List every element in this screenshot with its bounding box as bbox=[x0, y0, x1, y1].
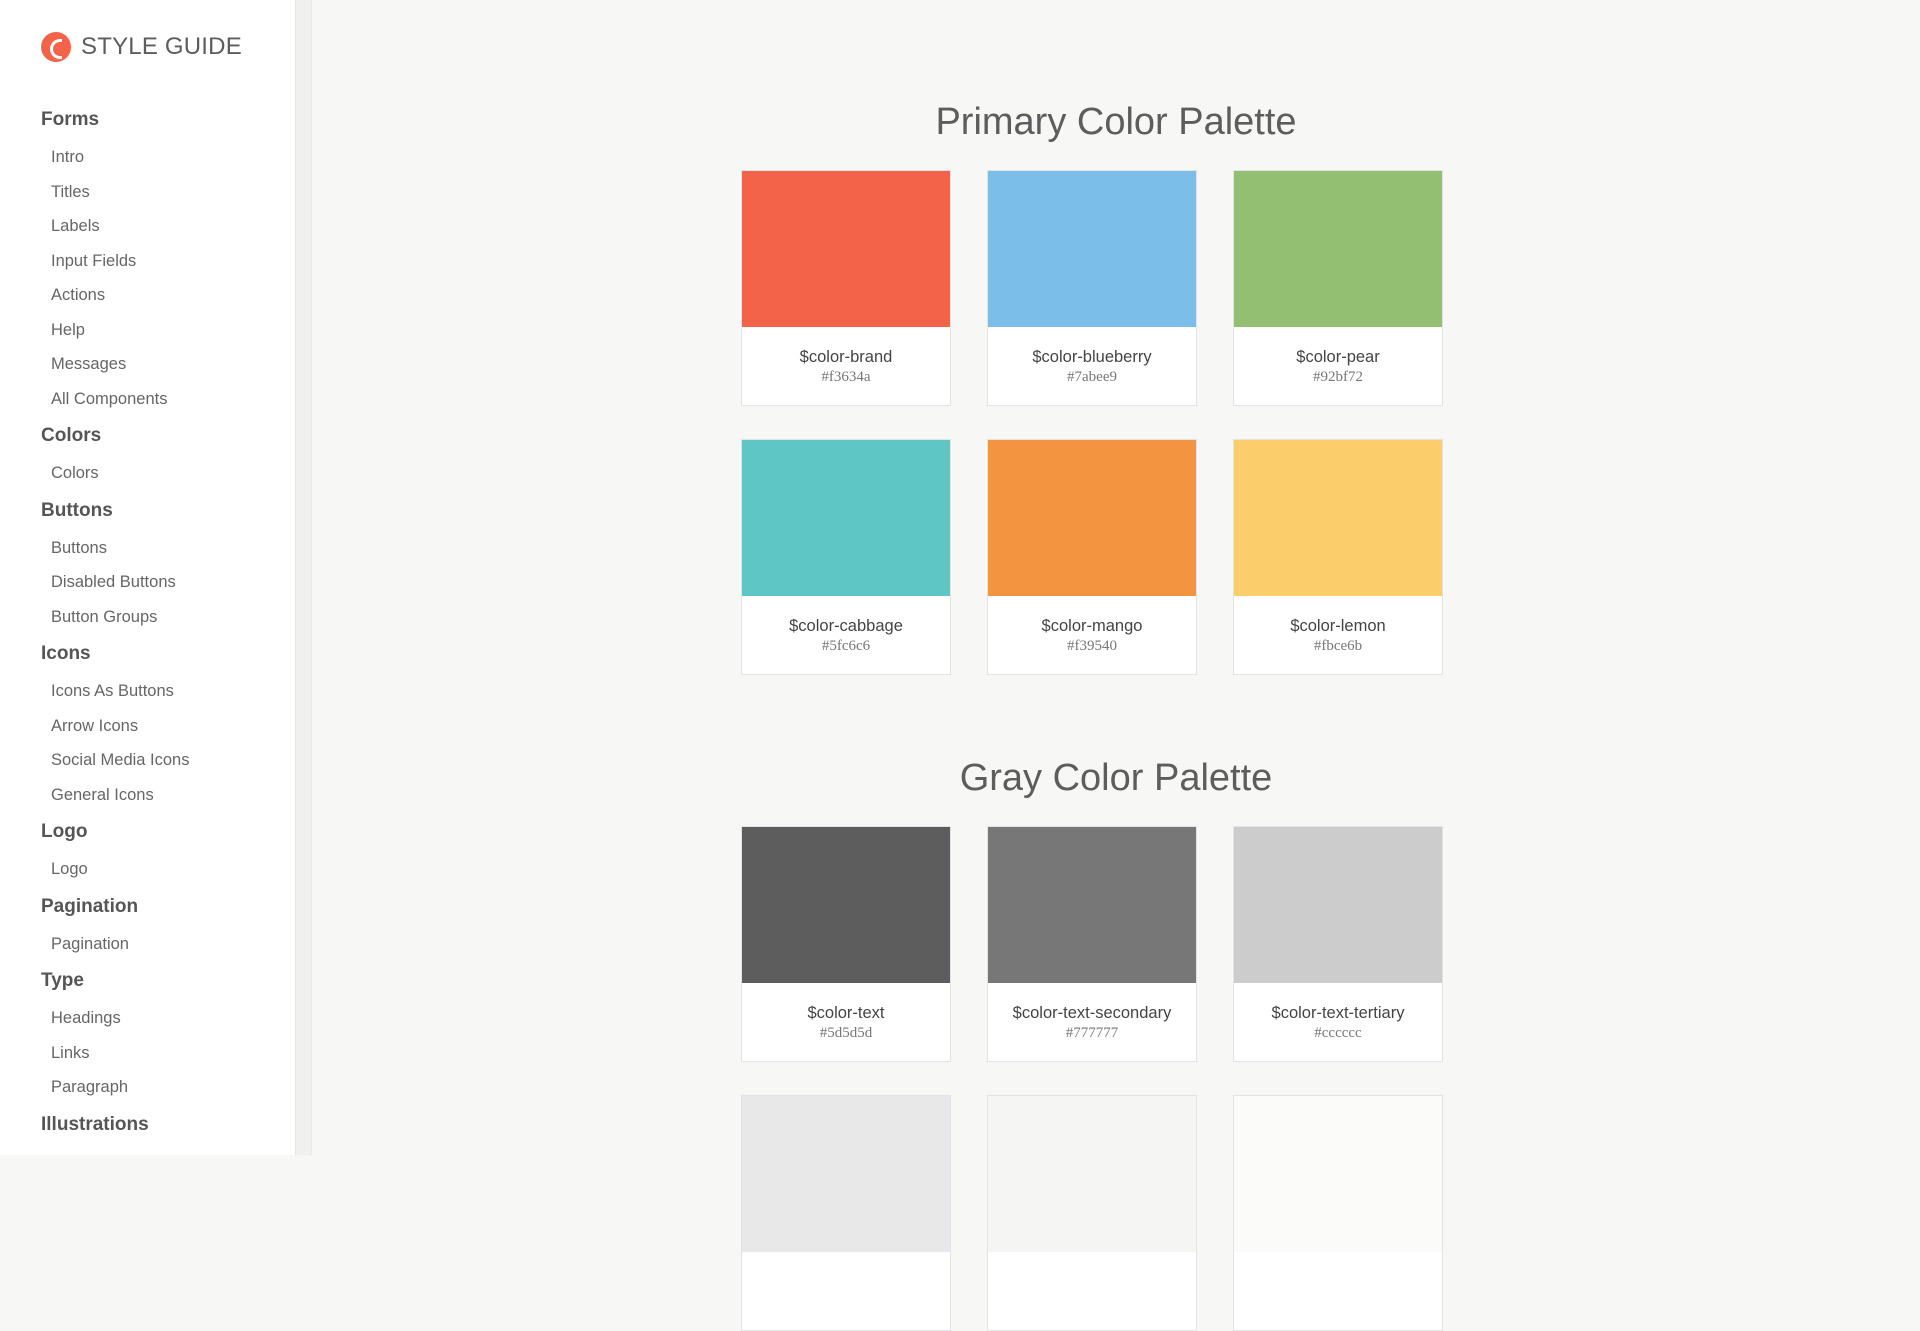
color-variable-name: $color-pear bbox=[1296, 348, 1380, 366]
color-swatch-card: $color-blueberry #7abee9 bbox=[987, 170, 1197, 406]
brand-logo-icon bbox=[41, 32, 71, 62]
color-variable-name: $color-brand bbox=[799, 348, 893, 366]
sidebar-item[interactable]: Labels bbox=[0, 209, 295, 244]
sidebar-item[interactable]: Icons As Buttons bbox=[0, 674, 295, 709]
color-swatch-sample bbox=[988, 827, 1196, 983]
sidebar-item[interactable]: Messages bbox=[0, 347, 295, 382]
sidebar-item[interactable]: Colors bbox=[0, 456, 295, 491]
color-swatch-sample bbox=[1234, 440, 1442, 596]
nav-group: Buttons Buttons Disabled Buttons Button Gro… bbox=[0, 493, 295, 635]
color-hex-value: #f3634a bbox=[821, 369, 871, 385]
nav-group-title[interactable]: Colors bbox=[0, 418, 295, 456]
nav-group: IllustrationsTiles bbox=[0, 1107, 295, 1156]
sidebar-nav: Forms Intro Titles Labels Input Fields Action… bbox=[0, 102, 295, 1156]
color-swatch-card: $color-pear #92bf72 bbox=[1233, 170, 1443, 406]
sidebar-item[interactable]: Tiles bbox=[0, 1145, 295, 1156]
color-swatch-sample bbox=[988, 1096, 1196, 1252]
color-swatch-card: $color-mango #f39540 bbox=[987, 439, 1197, 675]
brand[interactable]: STYLE GUIDE bbox=[41, 32, 242, 62]
color-swatch-sample bbox=[742, 440, 950, 596]
sidebar-item[interactable]: Logo bbox=[0, 852, 295, 887]
nav-group-title[interactable]: Logo bbox=[0, 814, 295, 852]
nav-group-title[interactable]: Buttons bbox=[0, 493, 295, 531]
color-hex-value: #777777 bbox=[1065, 1025, 1119, 1041]
color-variable-name: $color-mango bbox=[1041, 617, 1143, 635]
color-hex-value: #5d5d5d bbox=[819, 1025, 873, 1041]
main-content: Primary Color Palette $color-brand #f3634… bbox=[312, 0, 1920, 1331]
color-variable-name: $color-lemon bbox=[1290, 617, 1386, 635]
sidebar-item[interactable]: All Components bbox=[0, 382, 295, 417]
sidebar-item[interactable]: Headings bbox=[0, 1001, 295, 1036]
sidebar-item[interactable]: Pagination bbox=[0, 927, 295, 962]
color-swatch-card: $color-brand #f3634a bbox=[741, 170, 951, 406]
color-variable-name: $color-text-tertiary bbox=[1271, 1004, 1405, 1022]
color-hex-value: #f39540 bbox=[1067, 638, 1117, 654]
sidebar-item[interactable]: Paragraph bbox=[0, 1070, 295, 1105]
nav-group: Icons Icons As Buttons Arrow Icons Social M… bbox=[0, 636, 295, 813]
color-swatch-sample bbox=[742, 1096, 950, 1252]
gray-palette-title: Gray Color Palette bbox=[959, 757, 1273, 799]
sidebar-item[interactable]: Links bbox=[0, 1036, 295, 1071]
nav-group-title[interactable]: Forms bbox=[0, 102, 295, 140]
sidebar-item[interactable]: Intro bbox=[0, 140, 295, 175]
brand-title: STYLE GUIDE bbox=[81, 33, 242, 60]
sidebar-item[interactable]: Help bbox=[0, 313, 295, 348]
sidebar-item[interactable]: Buttons bbox=[0, 531, 295, 566]
color-swatch-card: $color-text #5d5d5d bbox=[741, 826, 951, 1062]
sidebar: STYLE GUIDE Forms Intro Titles Labels Input … bbox=[0, 0, 296, 1155]
nav-group: Type Headings Links Paragraph bbox=[0, 963, 295, 1105]
nav-group-title[interactable]: Pagination bbox=[0, 889, 295, 927]
sidebar-item[interactable]: Titles bbox=[0, 175, 295, 210]
color-swatch-card: $color-text-secondary #777777 bbox=[987, 826, 1197, 1062]
sidebar-item[interactable]: Button Groups bbox=[0, 600, 295, 635]
color-hex-value: #cccccc bbox=[1314, 1025, 1362, 1041]
nav-group-title[interactable]: Illustrations bbox=[0, 1107, 295, 1145]
color-swatch-card bbox=[987, 1095, 1197, 1331]
nav-group-title[interactable]: Icons bbox=[0, 636, 295, 674]
sidebar-scroll-rail[interactable] bbox=[296, 0, 312, 1155]
color-hex-value: #7abee9 bbox=[1067, 369, 1117, 385]
sidebar-item[interactable]: Disabled Buttons bbox=[0, 565, 295, 600]
sidebar-item[interactable]: Input Fields bbox=[0, 244, 295, 279]
color-variable-name: $color-text bbox=[807, 1004, 885, 1022]
sidebar-item[interactable]: Arrow Icons bbox=[0, 709, 295, 744]
color-swatch-card: $color-text-tertiary #cccccc bbox=[1233, 826, 1443, 1062]
nav-group-title[interactable]: Type bbox=[0, 963, 295, 1001]
color-swatch-card: $color-lemon #fbce6b bbox=[1233, 439, 1443, 675]
color-swatch-sample bbox=[1234, 171, 1442, 327]
sidebar-item[interactable]: General Icons bbox=[0, 778, 295, 813]
nav-group: Logo Logo bbox=[0, 814, 295, 887]
color-swatch-sample bbox=[742, 827, 950, 983]
nav-group: Forms Intro Titles Labels Input Fields Action… bbox=[0, 102, 295, 417]
color-swatch-sample bbox=[1234, 827, 1442, 983]
color-hex-value: #fbce6b bbox=[1313, 638, 1363, 654]
color-hex-value: #92bf72 bbox=[1313, 369, 1363, 385]
color-swatch-sample bbox=[988, 171, 1196, 327]
color-variable-name: $color-cabbage bbox=[789, 617, 903, 635]
color-variable-name: $color-text-secondary bbox=[1012, 1004, 1172, 1022]
sidebar-item[interactable]: Social Media Icons bbox=[0, 743, 295, 778]
color-hex-value: #5fc6c6 bbox=[821, 638, 871, 654]
color-swatch-sample bbox=[988, 440, 1196, 596]
primary-palette-title: Primary Color Palette bbox=[935, 101, 1297, 143]
color-swatch-card: $color-cabbage #5fc6c6 bbox=[741, 439, 951, 675]
color-swatch-sample bbox=[1234, 1096, 1442, 1252]
nav-group: Pagination Pagination bbox=[0, 889, 295, 962]
sidebar-item[interactable]: Actions bbox=[0, 278, 295, 313]
color-swatch-card bbox=[1233, 1095, 1443, 1331]
color-swatch-card bbox=[741, 1095, 951, 1331]
color-variable-name: $color-blueberry bbox=[1032, 348, 1152, 366]
nav-group: Colors Colors bbox=[0, 418, 295, 491]
color-swatch-sample bbox=[742, 171, 950, 327]
